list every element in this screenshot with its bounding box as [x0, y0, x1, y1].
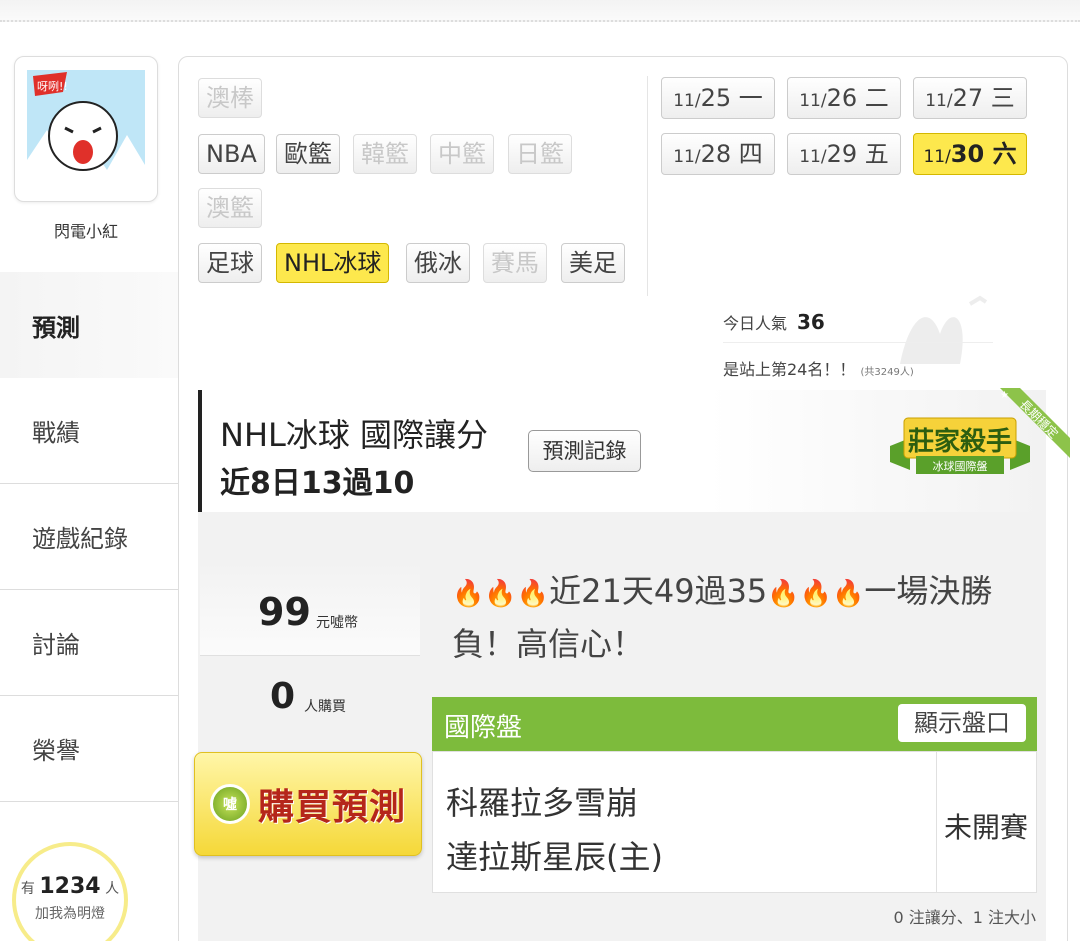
sidebar-item-label: 榮譽 — [32, 737, 80, 765]
popularity: 今日人氣 36 — [723, 310, 825, 334]
prediction-description: 🔥🔥🔥近21天49過35🔥🔥🔥一場決勝負！高信心！ — [452, 572, 993, 663]
tag-aus-basketball: 澳籃 — [198, 188, 262, 228]
date-button-1128[interactable]: 11/28 四 — [661, 133, 775, 175]
prediction-title: NHL冰球 國際讓分 — [220, 416, 489, 454]
avatar[interactable]: 呀咧!! — [14, 56, 158, 202]
fan-counter[interactable]: 有 1234 人 加我為明燈 — [12, 842, 128, 941]
sidebar-item-label: 討論 — [32, 631, 80, 659]
fire-icon: 🔥🔥🔥 — [767, 579, 865, 609]
odds-panel-title: 國際盤 — [444, 713, 523, 743]
fan-suffix: 人 — [105, 881, 120, 897]
tag-football[interactable]: 足球 — [198, 243, 262, 283]
follow-cta[interactable]: 加我為明燈 — [35, 903, 105, 923]
coin-icon: 噓 — [209, 784, 250, 824]
popularity-label: 今日人氣 — [723, 314, 788, 333]
date-button-1125[interactable]: 11/25 一 — [661, 77, 775, 119]
show-odds-button[interactable]: 顯示盤口 — [898, 704, 1026, 742]
divider — [936, 751, 937, 893]
price-unit: 元噓幣 — [316, 615, 358, 631]
top-border — [0, 0, 1080, 22]
sidebar-item-game-log[interactable]: 遊戲紀錄 — [0, 484, 178, 590]
sidebar-item-honor[interactable]: 榮譽 — [0, 696, 178, 802]
tag-khl[interactable]: 俄冰 — [406, 243, 470, 283]
rank-total: (共3249人) — [860, 367, 914, 378]
tag-euro-basketball[interactable]: 歐籃 — [276, 134, 340, 174]
sidebar-item-predict[interactable]: 預測 — [0, 272, 178, 378]
tag-korea-basketball: 韓籃 — [353, 134, 417, 174]
username[interactable]: 閃電小紅 — [14, 218, 158, 242]
popularity-value: 36 — [797, 310, 825, 334]
bet-count: 0 注讓分、1 注大小 — [893, 908, 1036, 927]
sidebar-item-label: 預測 — [32, 313, 80, 342]
price-value: 99 — [258, 590, 311, 634]
sidebar-item-label: 戰績 — [32, 419, 80, 447]
badge-star: ★ — [1000, 390, 1009, 401]
date-button-1129[interactable]: 11/29 五 — [787, 133, 901, 175]
buyers-count: 0 — [270, 676, 296, 717]
sidebar-nav: 預測 戰績 遊戲紀錄 討論 榮譽 — [0, 272, 178, 802]
buy-prediction-button[interactable]: 噓 購買預測 — [194, 752, 422, 856]
prediction-history-button[interactable]: 預測記錄 — [528, 430, 641, 472]
date-button-1126[interactable]: 11/26 二 — [787, 77, 901, 119]
tag-nba[interactable]: NBA — [198, 134, 265, 174]
prediction-record: 近8日13過10 — [220, 466, 415, 501]
divider — [723, 342, 993, 343]
sidebar-item-discussion[interactable]: 討論 — [0, 590, 178, 696]
fire-icon: 🔥🔥🔥 — [452, 579, 550, 609]
divider — [647, 76, 648, 296]
date-button-1127[interactable]: 11/27 三 — [913, 77, 1027, 119]
tag-nfl[interactable]: 美足 — [561, 243, 625, 283]
badge-title: 莊家殺手 — [908, 426, 1012, 457]
badge-ribbon: 長期穩定 — [1017, 397, 1062, 442]
fan-prefix: 有 — [20, 881, 35, 897]
buy-prediction-label: 購買預測 — [257, 787, 406, 828]
tag-china-basketball: 中籃 — [430, 134, 494, 174]
badge-subtitle: 冰球國際盤 — [933, 459, 988, 473]
avatar-text: 呀咧!! — [37, 80, 68, 93]
tag-horse-racing: 賽馬 — [483, 243, 547, 283]
tag-nhl[interactable]: NHL冰球 — [276, 243, 390, 283]
rank-info: 是站上第24名！！ (共3249人) — [723, 356, 914, 380]
date-button-1130[interactable]: 11/30 六 — [913, 133, 1027, 175]
avatar-image: 呀咧!! — [27, 70, 145, 188]
rank-text: 是站上第24名！！ — [723, 360, 856, 379]
match-status: 未開賽 — [944, 811, 1029, 844]
bookmaker-killer-badge-icon: 莊家殺手 冰球國際盤 長期穩定 ★ — [890, 388, 1070, 474]
fan-count: 1234 — [39, 874, 101, 899]
sidebar-item-record[interactable]: 戰績 — [0, 378, 178, 484]
away-team: 科羅拉多雪崩 — [446, 784, 639, 822]
sidebar-item-label: 遊戲紀錄 — [32, 525, 128, 553]
home-team: 達拉斯星辰(主) — [446, 838, 663, 876]
tag-japan-basketball: 日籃 — [508, 134, 572, 174]
buyers-unit: 人購買 — [304, 699, 346, 715]
tag-aus-baseball: 澳棒 — [198, 78, 262, 118]
